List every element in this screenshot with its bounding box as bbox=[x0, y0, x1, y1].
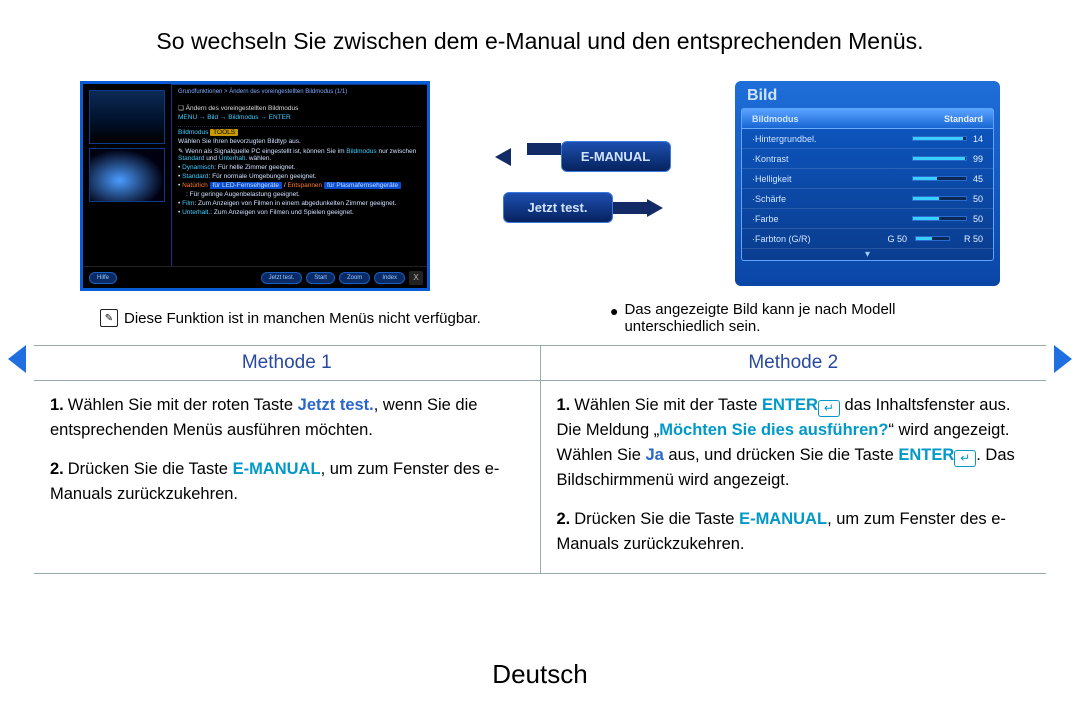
note-right: ● Das angezeigte Bild kann je nach Model… bbox=[610, 301, 980, 335]
method-2-col: Methode 2 1.Wählen Sie mit der Taste ENT… bbox=[541, 346, 1047, 573]
methods-table: Methode 1 1.Wählen Sie mit der roten Tas… bbox=[34, 345, 1046, 574]
nav-emanual-row: E-MANUAL bbox=[495, 141, 671, 172]
emanual-breadcrumb: Grundfunktionen > Ändern des voreingeste… bbox=[178, 89, 421, 95]
m1-step-2: 2.Drücken Sie die Taste E-MANUAL, um zum… bbox=[50, 457, 524, 507]
footer-jetzt: Jetzt test. bbox=[261, 272, 303, 284]
footer-close: X bbox=[409, 271, 423, 285]
bild-row-hintergrund: ·Hintergrundbel. 14 bbox=[742, 129, 993, 149]
m2-step-2: 2.Drücken Sie die Taste E-MANUAL, um zum… bbox=[557, 507, 1031, 557]
method-1-head: Methode 1 bbox=[34, 346, 540, 381]
bild-row-kontrast: ·Kontrast 99 bbox=[742, 149, 993, 169]
enter-icon: ↵ bbox=[818, 400, 840, 417]
note-left: ✎ Diese Funktion ist in manchen Menüs ni… bbox=[100, 301, 481, 335]
emanual-heading: Ändern des voreingestellten Bildmodus bbox=[186, 105, 299, 112]
note-left-text: Diese Funktion ist in manchen Menüs nich… bbox=[124, 310, 481, 327]
emanual-menu-path: MENU → Bild → Bildmodus → ENTER bbox=[178, 114, 291, 121]
footer-start: Start bbox=[306, 272, 335, 284]
thumb-1 bbox=[89, 90, 165, 144]
nav-jetzt-row: Jetzt test. bbox=[503, 192, 663, 223]
emanual-screenshot: Grundfunktionen > Ändern des voreingeste… bbox=[80, 81, 430, 291]
bild-inner: Bildmodus Standard ·Hintergrundbel. 14 ·… bbox=[741, 108, 994, 261]
bild-row-farbton: ·Farbton (G/R) G 50 R 50 bbox=[742, 229, 993, 249]
footer-help: Hilfe bbox=[89, 272, 117, 284]
thumb-2 bbox=[89, 148, 165, 202]
jetzt-test-button[interactable]: Jetzt test. bbox=[503, 192, 613, 223]
note-right-text: Das angezeigte Bild kann je nach Modell … bbox=[624, 301, 980, 335]
emanual-desc1: Wählen Sie Ihren bevorzugten Bildtyp aus… bbox=[178, 138, 421, 145]
page-next-arrow[interactable] bbox=[1054, 345, 1072, 373]
bullet-icon: ● bbox=[610, 301, 618, 335]
language-label: Deutsch bbox=[0, 659, 1080, 690]
emanual-content: Grundfunktionen > Ändern des voreingeste… bbox=[171, 84, 427, 266]
m2-step-1: 1.Wählen Sie mit der Taste ENTER↵ das In… bbox=[557, 393, 1031, 493]
tools-tag: TOOLS bbox=[210, 129, 238, 136]
footer-index: Index bbox=[374, 272, 405, 284]
emanual-thumbnails bbox=[83, 84, 171, 266]
bild-more-icon: ▾ bbox=[742, 249, 993, 260]
method-2-head: Methode 2 bbox=[541, 346, 1047, 381]
center-nav: E-MANUAL Jetzt test. bbox=[483, 141, 683, 223]
enter-icon-2: ↵ bbox=[954, 450, 976, 467]
notes-row: ✎ Diese Funktion ist in manchen Menüs ni… bbox=[0, 295, 1080, 335]
emanual-button[interactable]: E-MANUAL bbox=[561, 141, 671, 172]
bild-row-helligkeit: ·Helligkeit 45 bbox=[742, 169, 993, 189]
bild-title: Bild bbox=[735, 81, 1000, 108]
bild-row-bildmodus: Bildmodus Standard bbox=[742, 109, 993, 129]
emanual-footer: Hilfe Jetzt test. Start Zoom Index X bbox=[83, 266, 427, 288]
m1-step-1: 1.Wählen Sie mit der roten Taste Jetzt t… bbox=[50, 393, 524, 443]
footer-zoom: Zoom bbox=[339, 272, 370, 284]
bild-row-schaerfe: ·Schärfe 50 bbox=[742, 189, 993, 209]
page-prev-arrow[interactable] bbox=[8, 345, 26, 373]
arrow-right-icon bbox=[613, 199, 663, 217]
illustration-row: Grundfunktionen > Ändern des voreingeste… bbox=[0, 67, 1080, 295]
bild-row-farbe: ·Farbe 50 bbox=[742, 209, 993, 229]
method-1-col: Methode 1 1.Wählen Sie mit der roten Tas… bbox=[34, 346, 541, 573]
bild-panel: Bild Bildmodus Standard ·Hintergrundbel.… bbox=[735, 81, 1000, 286]
emanual-subhead: Bildmodus bbox=[178, 129, 208, 136]
note-icon: ✎ bbox=[100, 309, 118, 327]
arrow-left-icon bbox=[495, 148, 561, 166]
page-title: So wechseln Sie zwischen dem e-Manual un… bbox=[0, 0, 1080, 67]
